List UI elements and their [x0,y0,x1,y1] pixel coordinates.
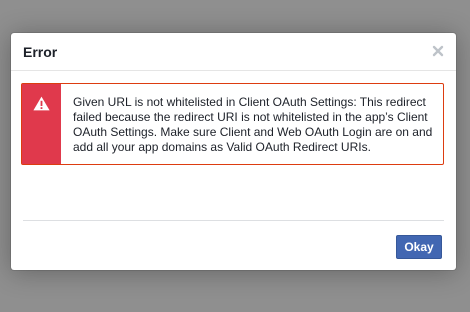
alert-message: Given URL is not whitelisted in Client O… [73,95,433,154]
error-alert: Given URL is not whitelisted in Client O… [21,83,444,165]
dialog-title: Error [23,44,58,60]
footer-divider [23,220,444,221]
dialog-header: Error [11,33,456,71]
close-icon[interactable] [430,43,446,59]
warning-icon [33,96,50,111]
okay-button[interactable]: Okay [396,235,442,259]
error-dialog: Error Given URL is not whitelisted in Cl… [11,33,456,270]
alert-strip [22,84,61,164]
